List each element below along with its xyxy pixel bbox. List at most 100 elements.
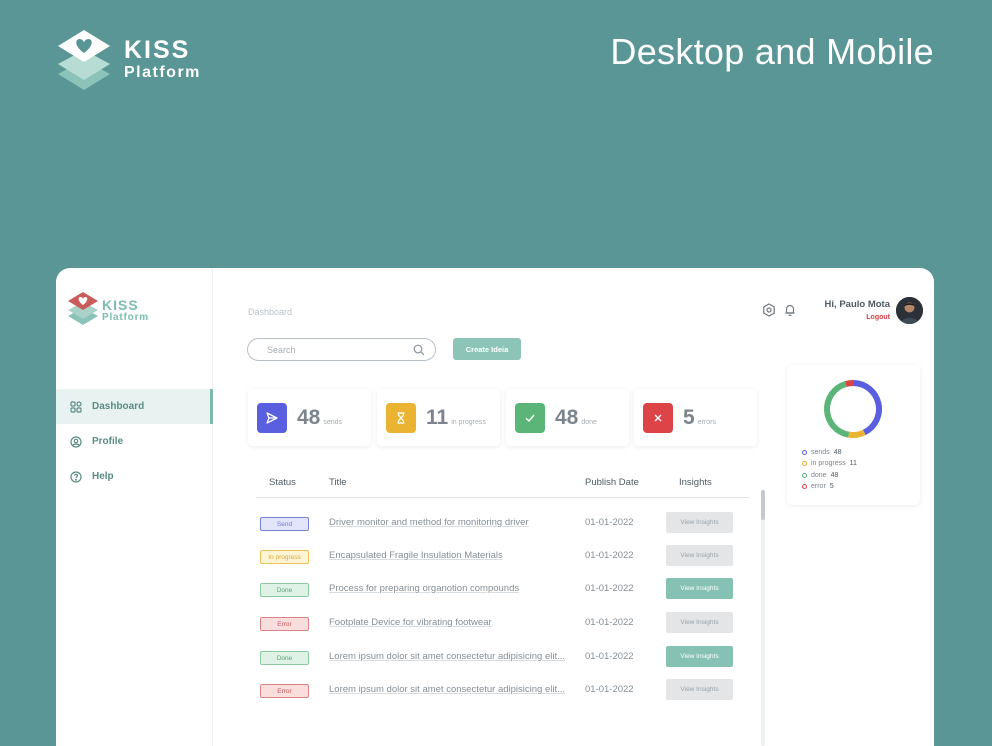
row-date: 01-01-2022 (585, 517, 634, 528)
stat-card-done[interactable]: 48 done (506, 389, 629, 446)
table-row: In progress Encapsulated Fragile Insulat… (256, 545, 749, 569)
stat-value: 48 (297, 405, 321, 429)
table-header: Status Title Publish Date Insights (256, 473, 749, 498)
view-insights-button[interactable]: View Insights (666, 646, 733, 667)
legend-value: 5 (829, 483, 834, 491)
search-icon[interactable] (413, 344, 425, 356)
help-circle-icon (70, 470, 82, 483)
bell-icon[interactable] (783, 303, 797, 317)
brand-line-2: Platform (124, 64, 201, 81)
user-name: Hi, Paulo Mota (824, 299, 890, 310)
status-badge: Done (260, 651, 309, 665)
row-title[interactable]: Lorem ipsum dolor sit amet consectetur a… (329, 651, 571, 662)
stat-value: 5 (683, 405, 695, 429)
chart-legend: sends 48 in progress 11 done 48 error 5 (802, 447, 857, 492)
legend-label: error (811, 483, 826, 491)
status-chart-card: sends 48 in progress 11 done 48 error 5 (787, 365, 920, 505)
row-date: 01-01-2022 (585, 550, 634, 561)
column-header-insights: Insights (679, 477, 712, 488)
sidebar-item-help[interactable]: Help (56, 459, 213, 494)
search-input[interactable] (267, 344, 407, 355)
legend-label: in progress (811, 460, 846, 468)
donut-slice-in-progress (848, 429, 866, 438)
legend-label: sends (811, 449, 830, 457)
sidebar-item-label: Dashboard (92, 401, 145, 412)
sidebar-item-label: Help (92, 471, 114, 482)
row-title[interactable]: Footplate Device for vibrating footwear (329, 617, 571, 628)
kiss-logo-icon (58, 30, 110, 90)
logout-link[interactable]: Logout (825, 314, 890, 321)
sidebar-item-dashboard[interactable]: Dashboard (56, 389, 213, 424)
legend-value: 48 (830, 471, 839, 479)
sidebar-brand-line-2: Platform (102, 312, 149, 323)
hourglass-icon (386, 402, 416, 433)
sidebar: KISS Platform Dashboard Profile Help (56, 268, 213, 746)
legend-value: 11 (849, 460, 857, 468)
stat-value: 48 (555, 405, 579, 429)
legend-dot-icon (802, 484, 807, 490)
column-header-title: Title (329, 477, 347, 488)
legend-item: in progress 11 (802, 458, 857, 469)
table-row: Done Lorem ipsum dolor sit amet consecte… (256, 646, 749, 670)
legend-dot-icon (802, 450, 807, 456)
status-badge: Error (260, 617, 309, 631)
stat-card-in-progress[interactable]: 11 in progress (377, 389, 500, 446)
sidebar-logo-icon (68, 292, 98, 325)
stat-label: sends (323, 418, 343, 426)
view-insights-button[interactable]: View Insights (666, 545, 733, 566)
donut-slice-error (844, 380, 854, 387)
x-icon (643, 402, 673, 433)
table-row: Send Driver monitor and method for monit… (256, 512, 749, 536)
sidebar-brand-line-1: KISS (102, 297, 139, 313)
sidebar-item-label: Profile (92, 436, 124, 447)
scrollbar-thumb[interactable] (761, 490, 765, 520)
legend-value: 48 (833, 449, 842, 457)
donut-chart (824, 380, 882, 438)
sidebar-nav: Dashboard Profile Help (56, 389, 213, 494)
sidebar-item-profile[interactable]: Profile (56, 424, 213, 459)
stat-label: errors (697, 418, 716, 426)
row-title[interactable]: Lorem ipsum dolor sit amet consectetur a… (329, 684, 571, 695)
check-icon (515, 402, 545, 433)
stat-value: 11 (426, 405, 449, 429)
row-date: 01-01-2022 (585, 684, 634, 695)
row-title[interactable]: Process for preparing organotion compoun… (329, 583, 571, 594)
stat-card-errors[interactable]: 5 errors (634, 389, 757, 446)
brand-name: KISS Platform (124, 38, 201, 82)
view-insights-button[interactable]: View Insights (666, 679, 733, 700)
stat-card-sends[interactable]: 48 sends (248, 389, 371, 446)
avatar[interactable] (896, 297, 923, 324)
table-row: Done Process for preparing organotion co… (256, 578, 749, 602)
table-scrollbar[interactable] (761, 490, 765, 746)
grid-icon (70, 400, 82, 413)
table-row: Error Lorem ipsum dolor sit amet consect… (256, 679, 749, 703)
legend-item: done 48 (802, 470, 857, 481)
legend-item: sends 48 (802, 447, 857, 458)
breadcrumb: Dashboard (248, 307, 293, 317)
brand-line-1: KISS (124, 36, 191, 64)
row-title[interactable]: Driver monitor and method for monitoring… (329, 517, 571, 528)
donut-slice-done (824, 381, 850, 438)
app-window: KISS Platform Dashboard Profile Help Das… (56, 268, 934, 746)
column-header-date: Publish Date (585, 477, 639, 488)
status-badge: Send (260, 517, 309, 531)
create-idea-button[interactable]: Create Ideia (453, 338, 521, 360)
row-title[interactable]: Encapsulated Fragile Insulation Material… (329, 550, 571, 561)
view-insights-button[interactable]: View Insights (666, 578, 733, 599)
row-date: 01-01-2022 (585, 651, 634, 662)
status-badge: In progress (260, 550, 309, 564)
view-insights-button[interactable]: View Insights (666, 512, 733, 533)
stat-label: done (581, 418, 597, 426)
headline: Desktop and Mobile (610, 31, 934, 72)
search-bar (247, 338, 436, 361)
legend-item: error 5 (802, 481, 857, 492)
view-insights-button[interactable]: View Insights (666, 612, 733, 633)
stat-label: in progress (451, 418, 486, 426)
legend-dot-icon (802, 461, 807, 467)
send-icon (257, 402, 287, 433)
status-badge: Done (260, 583, 309, 597)
table-row: Error Footplate Device for vibrating foo… (256, 612, 749, 636)
status-badge: Error (260, 684, 309, 698)
settings-hex-icon[interactable] (762, 303, 776, 317)
legend-dot-icon (802, 472, 807, 478)
